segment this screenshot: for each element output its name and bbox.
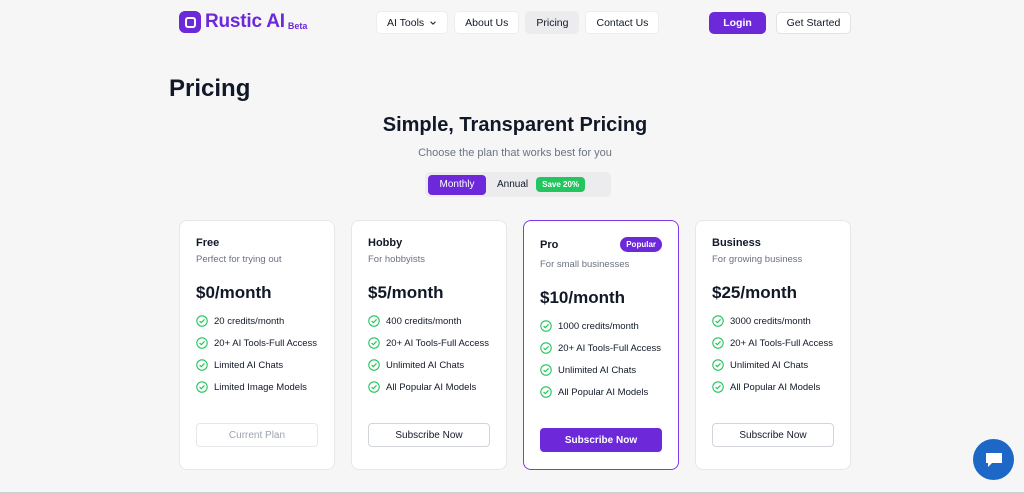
plan-description: For small businesses (540, 259, 630, 270)
feature-item: 20+ AI Tools-Full Access (196, 337, 326, 350)
feature-text: Unlimited AI Chats (386, 360, 465, 371)
login-button[interactable]: Login (709, 12, 766, 34)
check-circle-icon (712, 381, 724, 393)
beta-badge: Beta (287, 21, 308, 31)
feature-item: Unlimited AI Chats (712, 359, 842, 372)
monthly-toggle[interactable]: Monthly (428, 174, 486, 195)
feature-item: 1000 credits/month (540, 320, 670, 333)
check-circle-icon (712, 337, 724, 349)
check-circle-icon (540, 342, 552, 354)
subscribe-button-business[interactable]: Subscribe Now (712, 423, 834, 447)
feature-item: Unlimited AI Chats (368, 359, 498, 372)
section-title: Simple, Transparent Pricing (382, 114, 648, 136)
top-nav: Rustic AI Beta AI Tools About Us Pricing… (0, 0, 1024, 46)
feature-text: 20+ AI Tools-Full Access (214, 338, 318, 349)
feature-item: 3000 credits/month (712, 315, 842, 328)
plan-price: $25/month (712, 283, 798, 302)
subscribe-button-pro[interactable]: Subscribe Now (540, 428, 662, 452)
feature-item: Limited AI Chats (196, 359, 326, 372)
feature-item: 20+ AI Tools-Full Access (368, 337, 498, 350)
plan-price: $0/month (196, 283, 272, 302)
section-subtitle: Choose the plan that works best for you (418, 147, 612, 159)
plan-price: $5/month (368, 283, 444, 302)
check-circle-icon (196, 315, 208, 327)
feature-text: Unlimited AI Chats (730, 360, 809, 371)
feature-text: 20+ AI Tools-Full Access (558, 343, 662, 354)
feature-list: 20 credits/month 20+ AI Tools-Full Acces… (196, 315, 326, 403)
plan-card-hobby: Hobby For hobbyists $5/month 400 credits… (351, 220, 507, 470)
plan-price: $10/month (540, 288, 626, 307)
feature-item: 20+ AI Tools-Full Access (540, 342, 670, 355)
feature-text: 1000 credits/month (558, 321, 639, 332)
nav-pricing[interactable]: Pricing (525, 11, 580, 34)
check-circle-icon (196, 381, 208, 393)
nav-contact-us[interactable]: Contact Us (585, 11, 660, 34)
plan-name: Hobby (368, 237, 403, 249)
feature-list: 400 credits/month 20+ AI Tools-Full Acce… (368, 315, 498, 403)
plan-card-business: Business For growing business $25/month … (695, 220, 851, 470)
logo-icon (179, 11, 201, 33)
feature-text: All Popular AI Models (558, 387, 649, 398)
plan-name: Business (712, 237, 761, 249)
check-circle-icon (196, 337, 208, 349)
feature-item: 20+ AI Tools-Full Access (712, 337, 842, 350)
check-circle-icon (196, 359, 208, 371)
feature-list: 1000 credits/month 20+ AI Tools-Full Acc… (540, 320, 670, 408)
feature-item: All Popular AI Models (368, 381, 498, 394)
chat-launcher-button[interactable] (973, 439, 1014, 480)
plan-description: For hobbyists (368, 254, 426, 265)
feature-text: Unlimited AI Chats (558, 365, 637, 376)
feature-item: 400 credits/month (368, 315, 498, 328)
feature-item: All Popular AI Models (540, 386, 670, 399)
brand-logo[interactable]: Rustic AI Beta (179, 11, 307, 33)
plan-name: Pro (540, 239, 559, 251)
get-started-button[interactable]: Get Started (776, 12, 851, 34)
save-badge: Save 20% (536, 177, 586, 192)
plan-description: Perfect for trying out (196, 254, 282, 265)
check-circle-icon (368, 337, 380, 349)
plan-card-pro: Pro Popular For small businesses $10/mon… (523, 220, 679, 470)
check-circle-icon (540, 364, 552, 376)
feature-text: 20+ AI Tools-Full Access (386, 338, 490, 349)
feature-item: 20 credits/month (196, 315, 326, 328)
feature-text: Limited AI Chats (214, 360, 284, 371)
feature-text: 20 credits/month (214, 316, 285, 327)
annual-toggle[interactable]: Annual (497, 179, 528, 190)
page-title: Pricing (169, 75, 251, 102)
check-circle-icon (368, 381, 380, 393)
chat-icon (985, 452, 1002, 467)
feature-list: 3000 credits/month 20+ AI Tools-Full Acc… (712, 315, 842, 403)
feature-text: Limited Image Models (214, 382, 307, 393)
nav-ai-tools[interactable]: AI Tools (376, 11, 449, 34)
popular-badge: Popular (620, 237, 662, 252)
feature-text: 3000 credits/month (730, 316, 811, 327)
billing-toggle: Monthly Annual Save 20% (425, 172, 611, 197)
feature-text: All Popular AI Models (730, 382, 821, 393)
check-circle-icon (712, 359, 724, 371)
check-circle-icon (540, 386, 552, 398)
brand-name: Rustic AI (205, 11, 285, 32)
feature-item: Limited Image Models (196, 381, 326, 394)
feature-text: 20+ AI Tools-Full Access (730, 338, 834, 349)
chevron-down-icon (430, 20, 436, 25)
main-nav: AI Tools About Us Pricing Contact Us (376, 11, 660, 34)
feature-text: 400 credits/month (386, 316, 462, 327)
plan-card-free: Free Perfect for trying out $0/month 20 … (179, 220, 335, 470)
feature-text: All Popular AI Models (386, 382, 477, 393)
plan-name: Free (196, 237, 220, 249)
nav-ai-tools-label: AI Tools (387, 16, 425, 29)
feature-item: All Popular AI Models (712, 381, 842, 394)
subscribe-button-hobby[interactable]: Subscribe Now (368, 423, 490, 447)
plan-description: For growing business (712, 254, 803, 265)
current-plan-button[interactable]: Current Plan (196, 423, 318, 447)
nav-about-us[interactable]: About Us (454, 11, 520, 34)
check-circle-icon (540, 320, 552, 332)
check-circle-icon (712, 315, 724, 327)
check-circle-icon (368, 359, 380, 371)
check-circle-icon (368, 315, 380, 327)
feature-item: Unlimited AI Chats (540, 364, 670, 377)
